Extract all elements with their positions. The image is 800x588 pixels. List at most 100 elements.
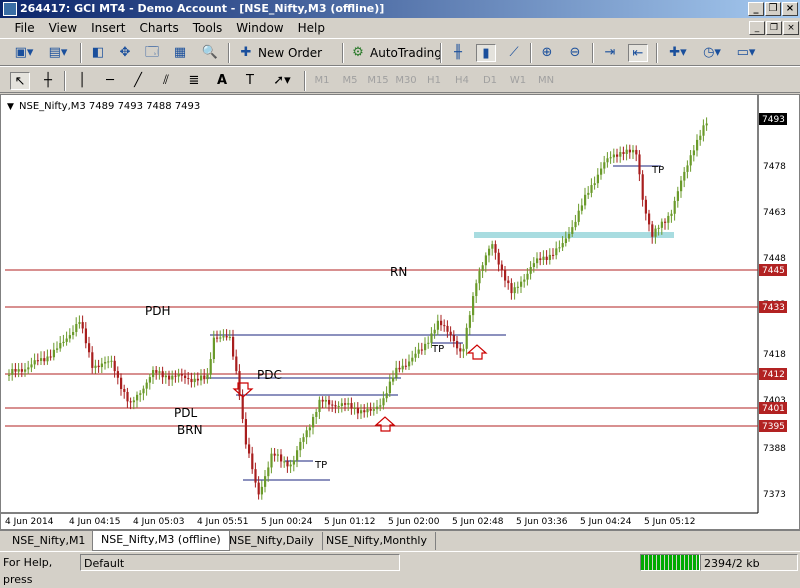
- tab-nse-nifty-daily[interactable]: NSE_Nifty,Daily: [221, 532, 323, 550]
- candle-body: [507, 280, 510, 284]
- candle-body: [264, 476, 267, 487]
- market-watch-icon[interactable]: ◧: [88, 44, 108, 62]
- zoom-out-icon[interactable]: ⊖: [565, 44, 585, 62]
- timeframe-h1[interactable]: H1: [421, 72, 447, 90]
- candle-body: [516, 286, 519, 288]
- arrows-icon[interactable]: ➚▾: [268, 72, 296, 90]
- indicators-icon[interactable]: ✚▾: [664, 44, 692, 62]
- new-chart-icon[interactable]: ▣▾: [10, 44, 38, 62]
- timeframe-mn[interactable]: MN: [533, 72, 559, 90]
- candle-body: [574, 221, 577, 228]
- text-icon[interactable]: A: [212, 72, 232, 90]
- mdi-close-button[interactable]: ×: [783, 21, 799, 35]
- close-button[interactable]: ×: [782, 2, 798, 16]
- fibonacci-icon[interactable]: ≣: [184, 72, 204, 90]
- candle-body: [347, 403, 350, 405]
- tab-nse-nifty-m3[interactable]: NSE_Nifty,M3 (offline): [92, 531, 230, 551]
- trendline-icon[interactable]: ╱: [128, 72, 148, 90]
- bar-chart-icon[interactable]: ╫: [448, 44, 468, 62]
- candle-body: [392, 377, 395, 382]
- vertical-line-icon[interactable]: │: [72, 72, 92, 90]
- minimize-button[interactable]: _: [748, 2, 764, 16]
- candle-body: [88, 343, 91, 353]
- terminal-icon[interactable]: ▦: [170, 44, 190, 62]
- data-window-icon[interactable]: 🗔: [142, 44, 162, 62]
- mdi-restore-button[interactable]: ❐: [766, 21, 782, 35]
- restore-button[interactable]: ❐: [765, 2, 781, 16]
- timeframe-m1[interactable]: M1: [309, 72, 335, 90]
- navigator-icon[interactable]: ✥: [115, 44, 135, 62]
- chart-window[interactable]: ▼ NSE_Nifty,M3 7489 7493 7488 7493 RN PD…: [0, 94, 800, 530]
- menu-window[interactable]: Window: [229, 18, 290, 38]
- candle-body: [36, 360, 39, 362]
- candle-body: [475, 283, 478, 297]
- status-bar: For Help, press Default 2394/2 kb: [0, 551, 800, 586]
- candle-body: [30, 364, 33, 368]
- candle-body: [587, 192, 590, 195]
- level-tag-label: 7445: [762, 266, 785, 276]
- text-label-icon[interactable]: T: [240, 72, 260, 90]
- candle-body: [465, 327, 468, 349]
- x-tick-label: 5 Jun 02:48: [452, 517, 504, 527]
- menu-file[interactable]: File: [8, 18, 42, 38]
- horizontal-line-icon[interactable]: ─: [100, 72, 120, 90]
- timeframe-d1[interactable]: D1: [477, 72, 503, 90]
- timeframe-m30[interactable]: M30: [393, 72, 419, 90]
- menu-charts[interactable]: Charts: [133, 18, 186, 38]
- candle-body: [446, 325, 449, 332]
- crosshair-icon[interactable]: ┼: [38, 72, 58, 90]
- x-tick-label: 5 Jun 00:24: [261, 517, 313, 527]
- zoom-in-icon[interactable]: ⊕: [537, 44, 557, 62]
- cursor-icon[interactable]: ↖: [10, 72, 30, 90]
- candle-body: [379, 405, 382, 407]
- chart-header-arrow-icon: ▼: [7, 102, 14, 112]
- line-chart-icon[interactable]: ⟋: [504, 44, 524, 62]
- templates-icon[interactable]: ▭▾: [732, 44, 760, 62]
- chart-canvas[interactable]: ▼ NSE_Nifty,M3 7489 7493 7488 7493 RN PD…: [1, 95, 799, 529]
- new-order-icon[interactable]: ✚: [236, 44, 256, 62]
- candle-body: [440, 320, 443, 326]
- autotrading-icon[interactable]: ⚙: [348, 44, 368, 62]
- candle-body: [331, 404, 334, 406]
- menu-tools[interactable]: Tools: [186, 18, 230, 38]
- tab-nse-nifty-m1[interactable]: NSE_Nifty,M1: [4, 532, 95, 550]
- timeframe-m15[interactable]: M15: [365, 72, 391, 90]
- timeframe-m5[interactable]: M5: [337, 72, 363, 90]
- autoscroll-icon[interactable]: ⇥: [600, 44, 620, 62]
- chart-shift-icon[interactable]: ⇤: [628, 44, 648, 62]
- candle-body: [395, 367, 398, 378]
- candle-body: [110, 360, 113, 362]
- candle-body: [132, 400, 135, 403]
- candle-body: [635, 149, 638, 155]
- candle-body: [328, 399, 331, 405]
- periods-icon[interactable]: ◷▾: [698, 44, 726, 62]
- menu-help[interactable]: Help: [291, 18, 332, 38]
- buy-arrow-icon[interactable]: [374, 416, 396, 432]
- timeframe-w1[interactable]: W1: [505, 72, 531, 90]
- menu-insert[interactable]: Insert: [84, 18, 132, 38]
- candle-body: [504, 270, 507, 281]
- timeframe-h4[interactable]: H4: [449, 72, 475, 90]
- mdi-minimize-button[interactable]: _: [749, 21, 765, 35]
- buy-arrow-icon-2[interactable]: [466, 344, 488, 360]
- tab-nse-nifty-monthly[interactable]: NSE_Nifty,Monthly: [318, 532, 436, 550]
- candle-body: [344, 403, 347, 405]
- candle-body: [62, 341, 65, 344]
- candle-chart-icon[interactable]: ▮: [476, 44, 496, 62]
- candle-body: [497, 252, 500, 265]
- candle-body: [484, 255, 487, 266]
- candle-body: [283, 461, 286, 463]
- profiles-icon[interactable]: ▤▾: [44, 44, 72, 62]
- menu-view[interactable]: View: [42, 18, 84, 38]
- candle-body: [120, 377, 123, 389]
- candle-body: [104, 361, 107, 364]
- equidistant-channel-icon[interactable]: ⫽: [156, 72, 176, 90]
- candle-body: [388, 381, 391, 394]
- candle-body: [513, 287, 516, 294]
- autotrading-button[interactable]: AutoTrading: [370, 44, 442, 62]
- supply-zone[interactable]: [474, 232, 674, 238]
- tester-icon[interactable]: 🔍: [200, 44, 220, 62]
- x-tick-label: 5 Jun 04:24: [580, 517, 632, 527]
- candle-body: [603, 162, 606, 169]
- new-order-button[interactable]: New Order: [258, 44, 322, 62]
